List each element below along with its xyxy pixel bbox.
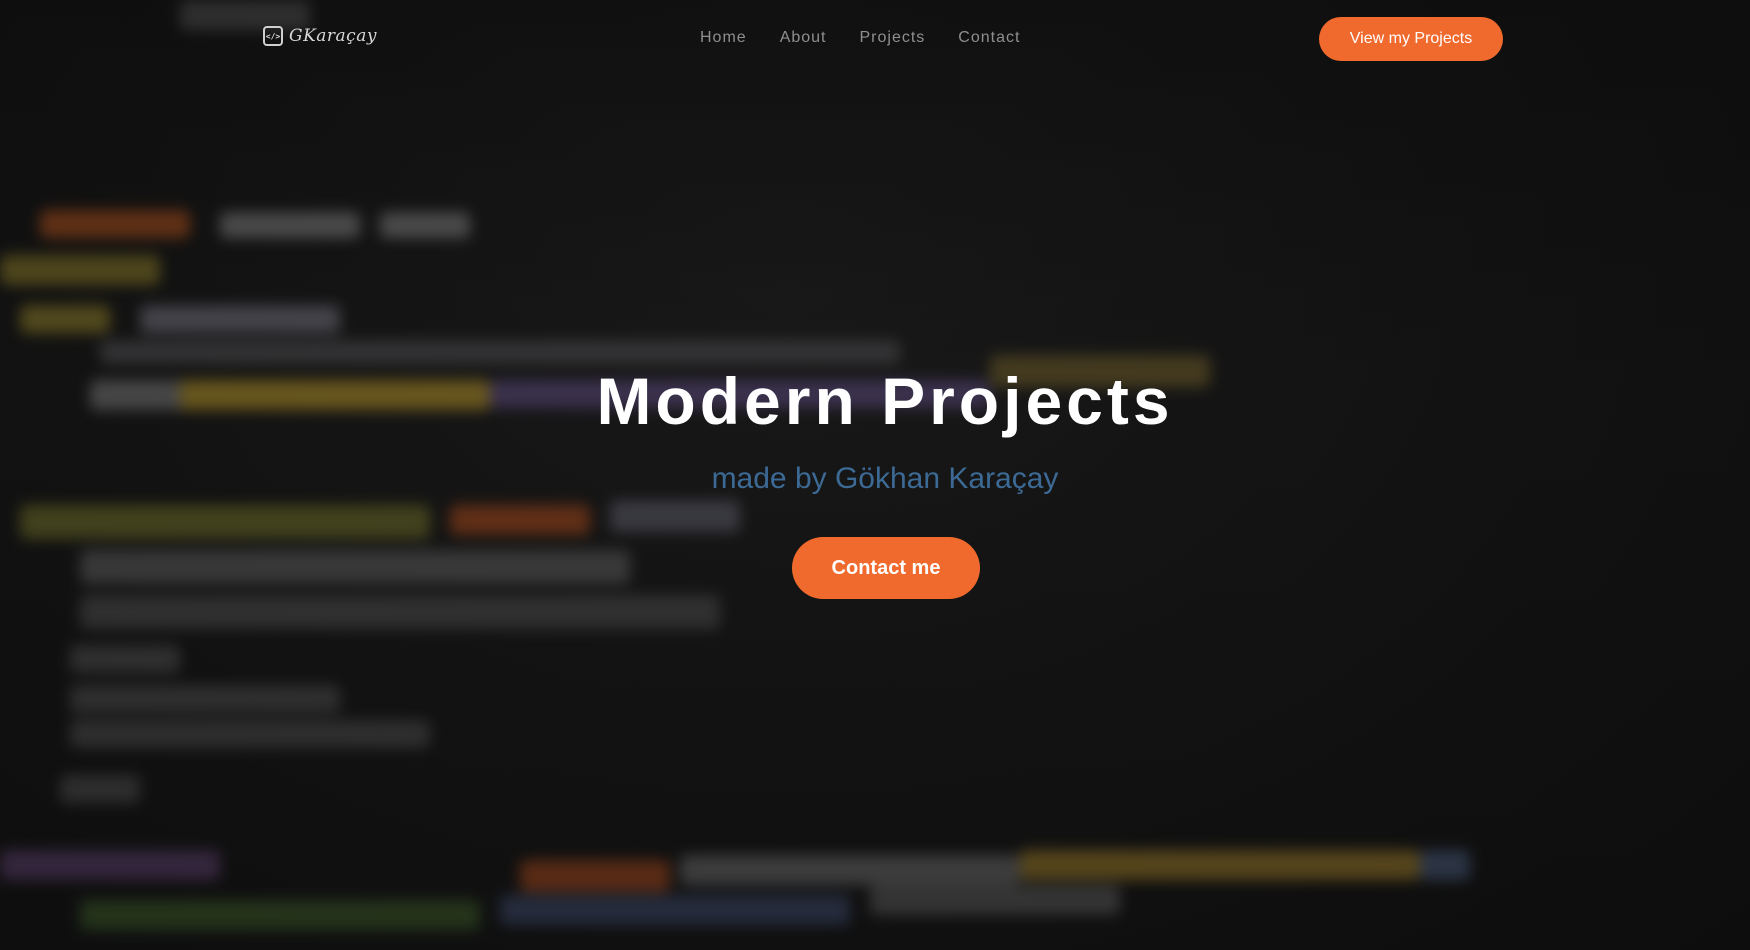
hero-title: Modern Projects <box>596 364 1174 438</box>
brand-logo[interactable]: </> GKaraçay <box>263 26 377 46</box>
nav-link-about[interactable]: About <box>780 29 827 47</box>
logo-text: GKaraçay <box>289 26 377 46</box>
nav-menu: Home About Projects Contact <box>700 29 1020 47</box>
hero-section: </> GKaraçay Home About Projects Contact… <box>0 0 1750 950</box>
hero-subtitle: made by Gökhan Karaçay <box>711 462 1059 495</box>
view-projects-button[interactable]: View my Projects <box>1319 17 1503 61</box>
top-navbar: </> GKaraçay Home About Projects Contact… <box>0 0 1750 78</box>
nav-link-home[interactable]: Home <box>700 29 747 47</box>
nav-link-projects[interactable]: Projects <box>860 29 926 47</box>
code-icon: </> <box>263 26 283 46</box>
nav-link-contact[interactable]: Contact <box>958 29 1020 47</box>
contact-me-button[interactable]: Contact me <box>792 537 980 599</box>
